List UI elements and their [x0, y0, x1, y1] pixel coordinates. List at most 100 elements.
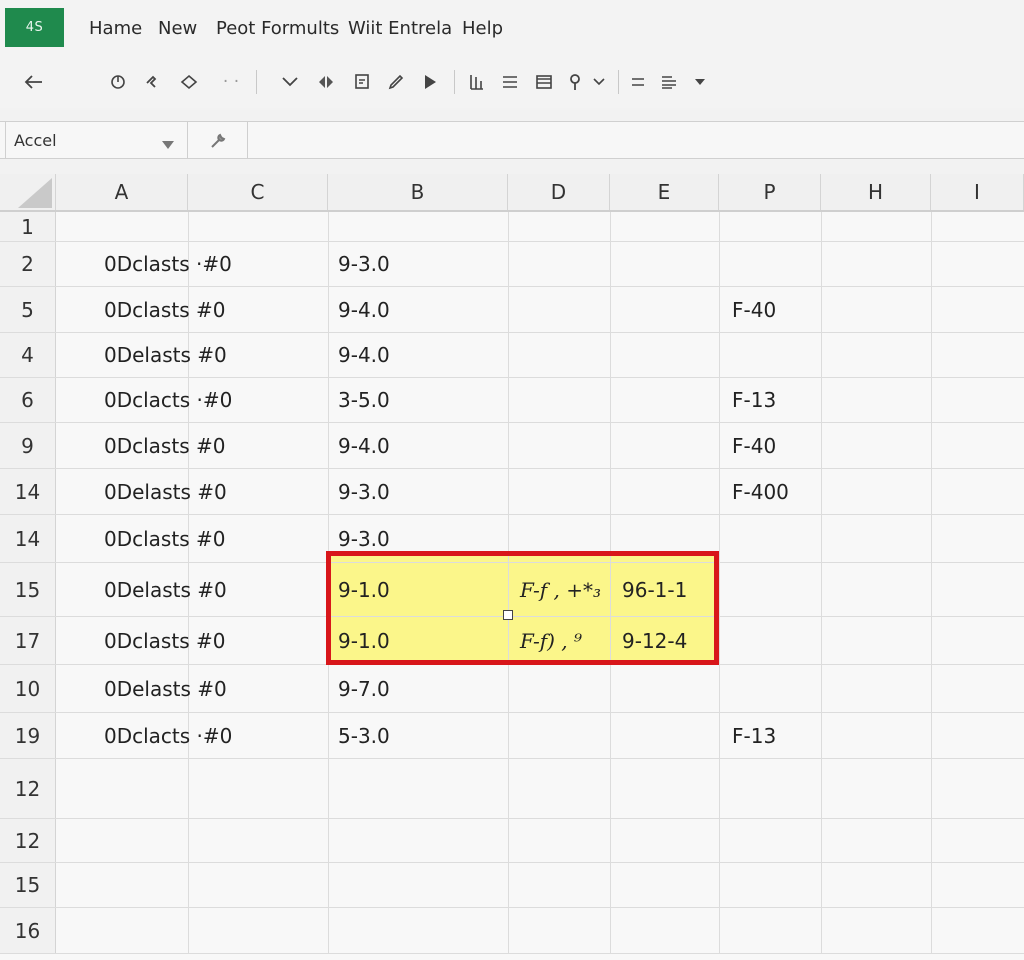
cell-b[interactable]: 9-3.0: [328, 469, 508, 514]
cell-p[interactable]: [722, 863, 820, 907]
fill-handle[interactable]: [503, 610, 513, 620]
cell-p[interactable]: [722, 908, 820, 953]
cell-e[interactable]: 9-12-4: [612, 617, 718, 664]
cell-p[interactable]: F-13: [722, 713, 820, 758]
select-all-corner[interactable]: [0, 174, 56, 210]
cell-a[interactable]: 0Dclasts #0: [94, 617, 324, 664]
columns-icon[interactable]: [464, 70, 488, 94]
cell-d[interactable]: [510, 863, 610, 907]
row-header[interactable]: 15: [0, 863, 56, 907]
name-box[interactable]: Accel: [5, 122, 188, 159]
row-header[interactable]: 12: [0, 819, 56, 862]
cell-b[interactable]: 3-5.0: [328, 378, 508, 422]
cell-e[interactable]: [612, 423, 718, 468]
dropdown-icon[interactable]: [690, 70, 710, 94]
cell-a[interactable]: [94, 908, 324, 953]
cell-b[interactable]: [328, 819, 508, 862]
row-header[interactable]: 14: [0, 515, 56, 562]
cell-p[interactable]: F-13: [722, 378, 820, 422]
column-header-h[interactable]: H: [821, 174, 931, 210]
cell-a[interactable]: 0Dclasts #0: [94, 515, 324, 562]
column-header-c[interactable]: C: [188, 174, 328, 210]
split-icon[interactable]: [314, 70, 338, 94]
cell-b[interactable]: 9-7.0: [328, 665, 508, 712]
table-icon[interactable]: [532, 70, 556, 94]
column-header-b[interactable]: B: [328, 174, 508, 210]
cell-d[interactable]: [510, 333, 610, 377]
cell-d[interactable]: [510, 665, 610, 712]
cell-a[interactable]: [94, 863, 324, 907]
cell-d[interactable]: [510, 242, 610, 286]
cell-a[interactable]: [94, 759, 324, 818]
cell-a[interactable]: 0Dclacts ·#0: [94, 713, 324, 758]
cell-p[interactable]: [722, 759, 820, 818]
cell-a[interactable]: 0Delasts #0: [94, 563, 324, 616]
cell-b[interactable]: 9-1.0: [328, 563, 508, 616]
pen-icon[interactable]: [384, 70, 408, 94]
cell-d[interactable]: F-f , +*₃: [510, 563, 610, 616]
cell-b[interactable]: 9-4.0: [328, 333, 508, 377]
cell-e[interactable]: [612, 212, 718, 241]
cell-b[interactable]: 9-4.0: [328, 423, 508, 468]
cell-b[interactable]: 9-1.0: [328, 617, 508, 664]
cell-d[interactable]: F-f) , ⁹: [510, 617, 610, 664]
menu-formulas[interactable]: Peot Formults: [216, 18, 339, 39]
cell-b[interactable]: [328, 212, 508, 241]
cell-p[interactable]: [722, 242, 820, 286]
pin-icon[interactable]: [564, 70, 586, 94]
cell-a[interactable]: 0Dclasts ·#0: [94, 242, 324, 286]
cell-a[interactable]: 0Delasts #0: [94, 333, 324, 377]
sheet-icon[interactable]: [350, 70, 374, 94]
cell-d[interactable]: [510, 469, 610, 514]
row-header[interactable]: 19: [0, 713, 56, 758]
cell-e[interactable]: [612, 469, 718, 514]
insert-function-button[interactable]: [188, 122, 248, 159]
row-header[interactable]: 2: [0, 242, 56, 286]
refresh-icon[interactable]: [106, 70, 130, 94]
dropdown-icon[interactable]: [590, 70, 608, 94]
cell-p[interactable]: [722, 563, 820, 616]
row-header[interactable]: 5: [0, 287, 56, 332]
cell-e[interactable]: [612, 665, 718, 712]
chevron-down-icon[interactable]: [278, 70, 302, 94]
cell-b[interactable]: [328, 863, 508, 907]
cell-p[interactable]: [722, 212, 820, 241]
cursor-icon[interactable]: [140, 70, 164, 94]
row-header[interactable]: 4: [0, 333, 56, 377]
cell-p[interactable]: [722, 333, 820, 377]
cell-d[interactable]: [510, 713, 610, 758]
cell-b[interactable]: [328, 908, 508, 953]
diamond-icon[interactable]: [176, 70, 202, 94]
cell-e[interactable]: [612, 333, 718, 377]
play-icon[interactable]: [418, 70, 442, 94]
cell-d[interactable]: [510, 515, 610, 562]
row-header[interactable]: 6: [0, 378, 56, 422]
cell-a[interactable]: [94, 212, 324, 241]
cell-b[interactable]: 5-3.0: [328, 713, 508, 758]
cell-d[interactable]: [510, 759, 610, 818]
app-logo[interactable]: 4S: [5, 8, 64, 47]
row-header[interactable]: 12: [0, 759, 56, 818]
column-header-d[interactable]: D: [508, 174, 610, 210]
cell-e[interactable]: [612, 242, 718, 286]
row-header[interactable]: 17: [0, 617, 56, 664]
cell-e[interactable]: [612, 819, 718, 862]
column-header-e[interactable]: E: [610, 174, 719, 210]
cell-b[interactable]: 9-4.0: [328, 287, 508, 332]
cell-d[interactable]: [510, 908, 610, 953]
row-header[interactable]: 10: [0, 665, 56, 712]
cell-p[interactable]: F-40: [722, 287, 820, 332]
cell-b[interactable]: [328, 759, 508, 818]
cell-d[interactable]: [510, 819, 610, 862]
cell-e[interactable]: [612, 908, 718, 953]
menu-entrela[interactable]: Wiit Entrela: [348, 18, 452, 39]
align-icon[interactable]: [498, 70, 522, 94]
cell-e[interactable]: [612, 863, 718, 907]
row-header[interactable]: 9: [0, 423, 56, 468]
cell-a[interactable]: 0Delasts #0: [94, 469, 324, 514]
more-dots-icon[interactable]: · ·: [220, 70, 242, 94]
menu-help[interactable]: Help: [462, 18, 503, 39]
cell-b[interactable]: 9-3.0: [328, 242, 508, 286]
column-header-i[interactable]: I: [931, 174, 1024, 210]
cell-a[interactable]: 0Dclasts #0: [94, 287, 324, 332]
